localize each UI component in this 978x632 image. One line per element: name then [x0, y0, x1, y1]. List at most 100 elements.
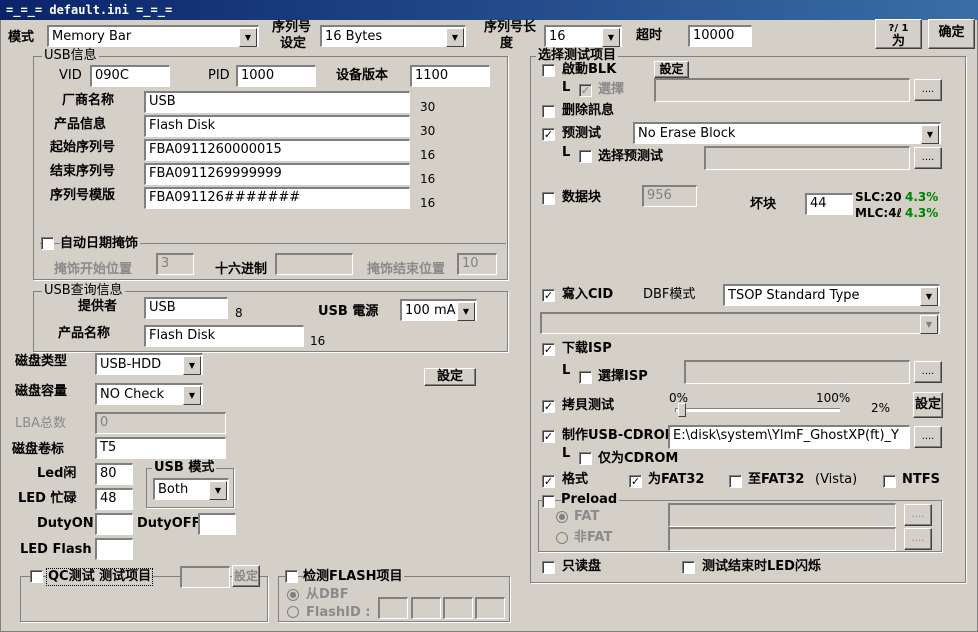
copy-test-checkbox[interactable]: ✓	[542, 400, 555, 413]
end-serial-input[interactable]: FBA0911269999999	[144, 163, 410, 185]
datablock-input[interactable]: 956	[642, 185, 697, 207]
copy-test-slider[interactable]	[675, 408, 840, 412]
chevron-down-icon: ▼	[920, 315, 938, 334]
serial-template-input[interactable]: FBA091126#######	[144, 187, 410, 209]
duty-off-input[interactable]	[198, 513, 236, 535]
start-serial-input[interactable]: FBA0911260000015	[144, 139, 410, 161]
provider-label: 提供者	[78, 299, 118, 314]
serial-template-label: 序列号模版	[50, 188, 116, 203]
timeout-input[interactable]: 10000	[688, 25, 752, 47]
ok-button[interactable]: 确定	[928, 19, 975, 49]
hex-input[interactable]	[275, 253, 353, 275]
ntfs-checkbox[interactable]	[883, 475, 896, 488]
led-busy-input[interactable]: 48	[95, 488, 133, 510]
blk-path-input[interactable]	[654, 78, 910, 102]
select-pretest-checkbox[interactable]	[579, 150, 592, 163]
blk-checkbox[interactable]	[542, 64, 555, 77]
chevron-down-icon: ▼	[446, 28, 464, 47]
led-blink-checkbox[interactable]	[682, 561, 695, 574]
mask-end-label: 掩饰结束位置	[367, 262, 446, 277]
usb-power-select[interactable]: 100 mA ▼	[400, 299, 477, 321]
chevron-down-icon: ▼	[920, 287, 938, 306]
qc-input[interactable]	[180, 566, 230, 588]
cdrom-path-input[interactable]: E:\disk\system\YlmF_GhostXP(ft)_Y	[668, 425, 910, 449]
fat32-checkbox[interactable]: ✓	[629, 475, 642, 488]
lba-total-input[interactable]: 0	[95, 412, 226, 434]
cdrom-browse-button[interactable]: ....	[914, 426, 942, 448]
provider-input[interactable]: USB	[144, 297, 228, 319]
disk-type-select[interactable]: USB-HDD ▼	[95, 353, 203, 375]
partial-button[interactable]: ?/ 1为	[875, 19, 922, 49]
dbf-mode-label: DBF模式	[643, 287, 696, 302]
led-idle-input[interactable]: 80	[95, 463, 133, 485]
download-isp-checkbox[interactable]: ✓	[542, 343, 555, 356]
fat-radio[interactable]: ●	[556, 511, 568, 523]
pretest-browse-button[interactable]: ....	[914, 147, 942, 169]
duty-off-label: DutyOFF	[137, 516, 201, 531]
select-isp-checkbox[interactable]	[579, 371, 592, 384]
flash-id-byte-4[interactable]	[475, 597, 505, 619]
title-bar: =_=_= default.ini =_=_=	[0, 0, 978, 20]
pid-input[interactable]: 1000	[236, 65, 316, 87]
qc-set-button[interactable]: 設定	[232, 565, 260, 587]
delete-msg-checkbox[interactable]	[542, 105, 555, 118]
mode-label: 模式	[8, 30, 35, 45]
non-fat-radio[interactable]	[556, 532, 568, 544]
flash-id-byte-3[interactable]	[443, 597, 473, 619]
isp-path-input[interactable]	[684, 360, 910, 384]
volume-label-input[interactable]: T5	[95, 437, 226, 459]
isp-browse-button[interactable]: ....	[914, 361, 942, 383]
product-info-input[interactable]: Flash Disk	[144, 115, 410, 137]
badblock-input[interactable]: 44	[805, 193, 853, 215]
format-checkbox[interactable]: ✓	[542, 475, 555, 488]
pretest-path-input[interactable]	[704, 146, 910, 170]
cdrom-only-checkbox[interactable]	[579, 452, 592, 465]
query-product-input[interactable]: Flash Disk	[144, 325, 304, 347]
flash-check-checkbox[interactable]	[285, 570, 298, 583]
device-version-input[interactable]: 1100	[410, 65, 490, 87]
fat-browse-button[interactable]: ....	[904, 504, 932, 526]
blk-set-button[interactable]: 設定	[654, 61, 689, 78]
to-fat32-checkbox[interactable]	[729, 475, 742, 488]
copy-test-set-button[interactable]: 設定	[913, 392, 943, 418]
make-cdrom-checkbox[interactable]: ✓	[542, 430, 555, 443]
vista-label: (Vista)	[815, 472, 858, 487]
non-fat-browse-button[interactable]: ....	[904, 528, 932, 550]
lba-total-label: LBA总数	[15, 416, 67, 431]
disk-capacity-select[interactable]: NO Check ▼	[95, 383, 203, 405]
pretest-checkbox[interactable]: ✓	[542, 128, 555, 141]
non-fat-path-input[interactable]	[668, 527, 896, 551]
usb-mode-select[interactable]: Both ▼	[153, 478, 229, 500]
mask-end-input[interactable]: 10	[457, 253, 497, 275]
readonly-checkbox[interactable]	[542, 561, 555, 574]
blk-browse-button[interactable]: ....	[914, 79, 942, 101]
serial-len-select[interactable]: 16 ▼	[544, 25, 622, 47]
vendor-input[interactable]: USB	[144, 91, 410, 113]
disk-set-button[interactable]: 設定	[424, 368, 476, 386]
auto-date-mask-checkbox[interactable]	[41, 237, 54, 250]
fat-path-input[interactable]	[668, 503, 896, 527]
make-cdrom-label: 制作USB-CDROM	[562, 428, 678, 443]
blk-select-checkbox[interactable]: ✓	[579, 84, 592, 97]
auto-date-mask-label: 自动日期掩饰	[60, 236, 141, 252]
duty-on-input[interactable]	[95, 513, 133, 535]
flash-id-radio[interactable]	[287, 606, 299, 618]
write-cid-checkbox[interactable]: ✓	[542, 289, 555, 302]
qc-checkbox[interactable]	[30, 570, 43, 583]
slider-thumb[interactable]	[678, 403, 687, 417]
from-dbf-radio[interactable]: ●	[287, 589, 299, 601]
flash-id-byte-1[interactable]	[378, 597, 408, 619]
dbf-mode-select[interactable]: TSOP Standard Type ▼	[723, 284, 940, 306]
datablock-checkbox[interactable]	[542, 192, 555, 205]
mode-select[interactable]: Memory Bar ▼	[47, 25, 259, 47]
slc-percent: 4.3%	[905, 190, 939, 204]
vid-input[interactable]: 090C	[90, 65, 170, 87]
cid-select[interactable]: ▼	[540, 312, 940, 334]
led-flash-input[interactable]	[95, 538, 133, 560]
mask-start-input[interactable]: 3	[156, 253, 194, 275]
preload-checkbox[interactable]	[542, 495, 555, 508]
pretest-select[interactable]: No Erase Block ▼	[633, 122, 941, 144]
end-serial-length: 16	[420, 172, 436, 186]
flash-id-byte-2[interactable]	[411, 597, 441, 619]
serial-set-select[interactable]: 16 Bytes ▼	[320, 25, 466, 47]
